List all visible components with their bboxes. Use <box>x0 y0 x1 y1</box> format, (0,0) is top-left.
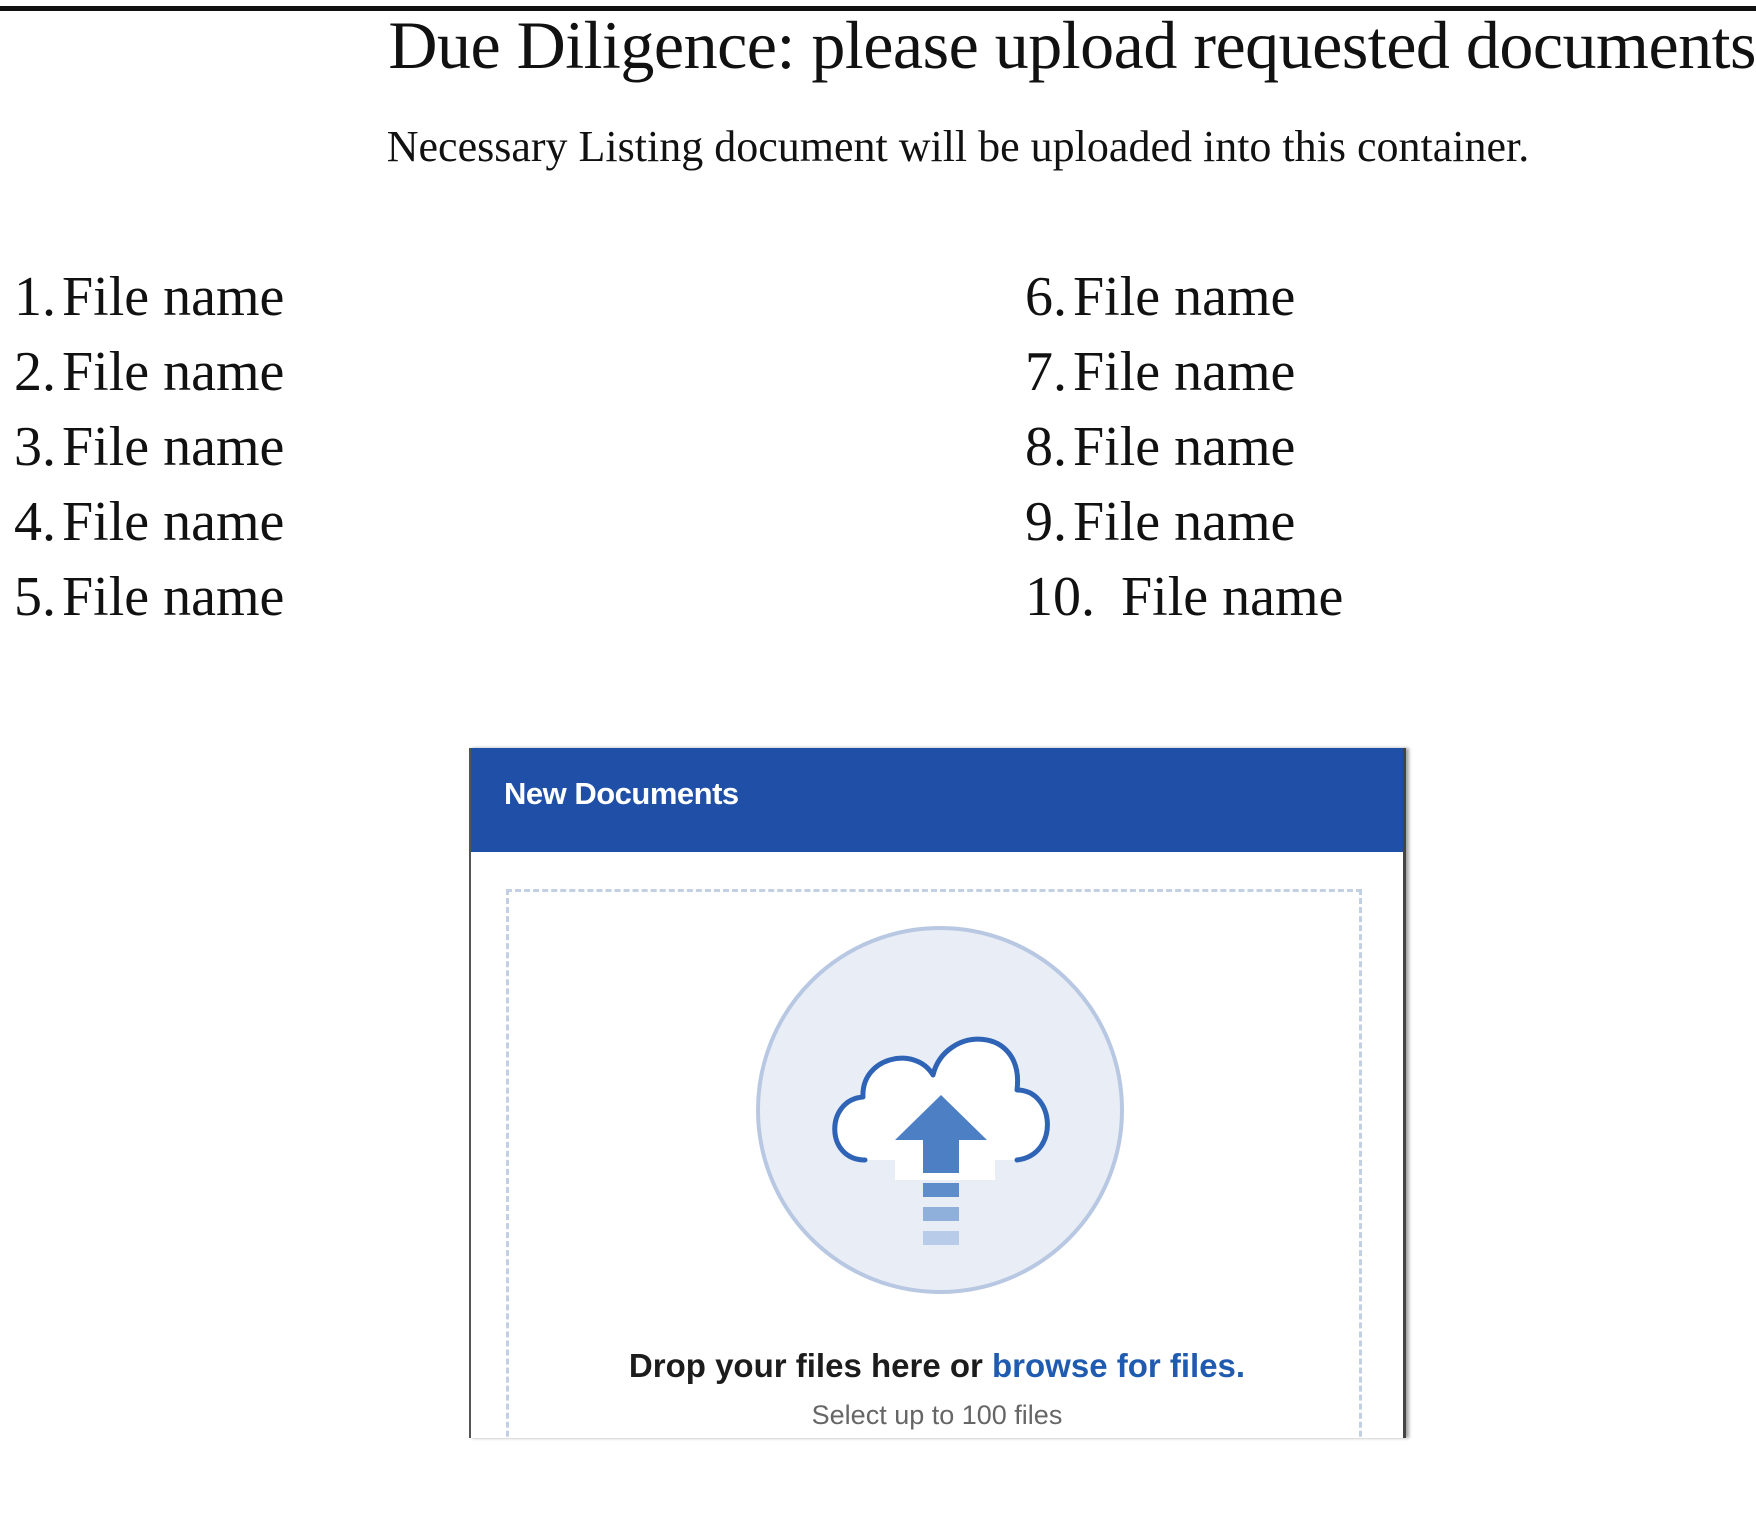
file-item: 7. File name <box>1025 335 1343 410</box>
file-drop-zone[interactable]: Drop your files here or browse for files… <box>506 889 1362 1438</box>
upload-panel-title: New Documents <box>504 776 739 811</box>
file-name: File name <box>62 416 285 478</box>
file-item: 4. File name <box>14 485 284 560</box>
file-name: File name <box>62 341 285 403</box>
file-number: 7. <box>1025 341 1067 403</box>
upload-panel-header: New Documents <box>471 748 1403 852</box>
file-name: File name <box>1073 491 1296 553</box>
file-list-left: 1. File name 2. File name 3. File name 4. Fi… <box>14 260 284 635</box>
file-name: File name <box>62 266 285 328</box>
drop-instructions: Drop your files here or browse for files… <box>509 1347 1365 1385</box>
file-name: File name <box>62 566 285 628</box>
file-item: 10. File name <box>1025 560 1343 635</box>
file-limit-hint: Select up to 100 files <box>811 1400 1063 1430</box>
file-number: 9. <box>1025 491 1067 553</box>
file-name: File name <box>1121 566 1344 628</box>
file-number: 3. <box>14 416 56 478</box>
browse-files-link[interactable]: browse for files. <box>992 1347 1245 1384</box>
file-list-right: 6. File name 7. File name 8. File name 9. Fi… <box>1025 260 1343 635</box>
drop-text: Drop your files here or <box>628 1347 993 1384</box>
file-number: 4. <box>14 491 56 553</box>
file-name: File name <box>1073 341 1296 403</box>
file-name: File name <box>62 491 285 553</box>
file-item: 8. File name <box>1025 410 1343 485</box>
file-item: 1. File name <box>14 260 284 335</box>
cloud-upload-icon <box>756 926 1124 1294</box>
file-number: 8. <box>1025 416 1067 478</box>
page-subtitle: Necessary Listing document will be uploa… <box>386 122 1530 171</box>
file-item: 9. File name <box>1025 485 1343 560</box>
file-number: 1. <box>14 266 56 328</box>
file-number: 5. <box>14 566 56 628</box>
upload-panel: New Documents Drop your files here or br… <box>469 748 1406 1438</box>
file-name: File name <box>1073 266 1296 328</box>
file-item: 6. File name <box>1025 260 1343 335</box>
file-item: 2. File name <box>14 335 284 410</box>
file-number: 6. <box>1025 266 1067 328</box>
file-number: 2. <box>14 341 56 403</box>
file-name: File name <box>1073 416 1296 478</box>
file-item: 3. File name <box>14 410 284 485</box>
page-title: Due Diligence: please upload requested d… <box>388 7 1756 83</box>
file-item: 5. File name <box>14 560 284 635</box>
file-number: 10. <box>1025 566 1095 628</box>
